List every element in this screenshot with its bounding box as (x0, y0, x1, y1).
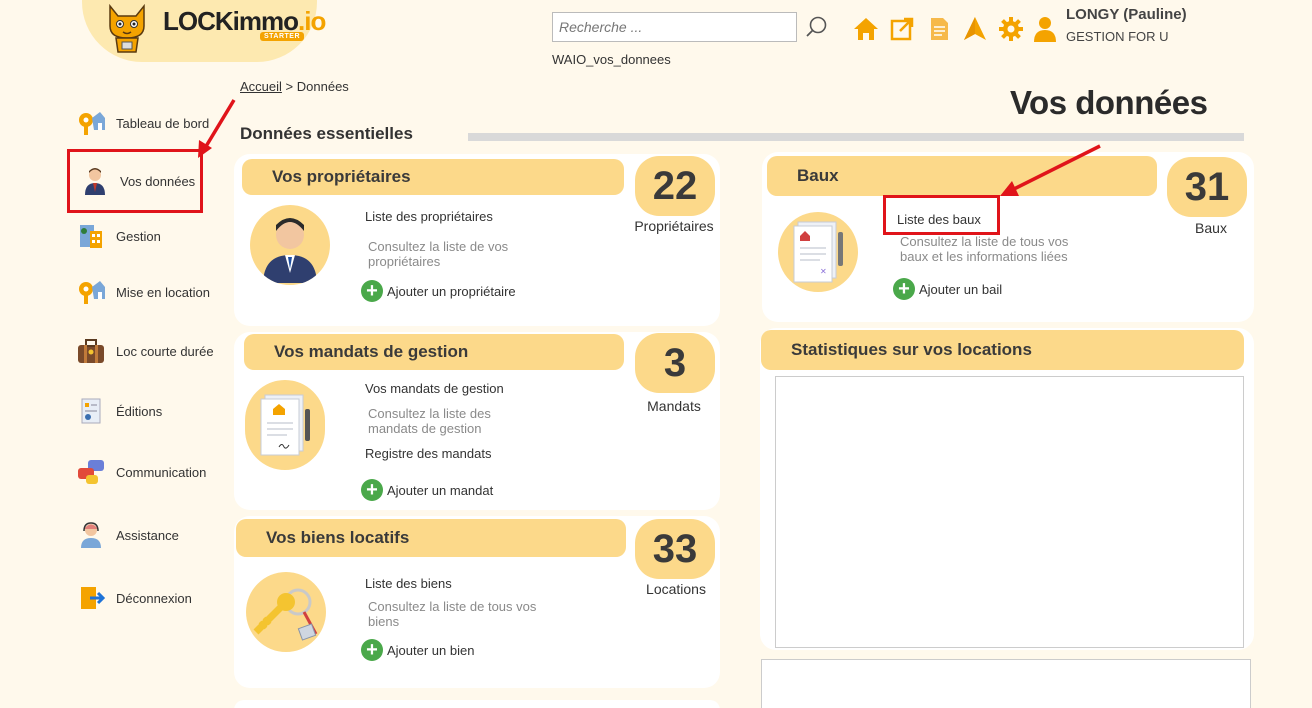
svg-text:✕: ✕ (820, 267, 827, 276)
dashboard-key-icon (79, 112, 105, 135)
sidebar-item-assistance[interactable]: Assistance (72, 515, 220, 555)
mandates-description: Consultez la liste des mandats de gestio… (368, 406, 491, 436)
add-owner-button[interactable]: + Ajouter un propriétaire (361, 280, 516, 302)
section-title: Données essentielles (240, 124, 413, 143)
stats-card-title: Statistiques sur vos locations (761, 330, 1244, 370)
businessman-icon (263, 218, 317, 283)
sidebar-item-label: Tableau de bord (116, 115, 210, 131)
external-link-icon[interactable] (888, 15, 916, 43)
mandates-count: 3 (635, 333, 715, 393)
user-name[interactable]: LONGY (Pauline) (1066, 6, 1187, 23)
properties-list-link[interactable]: Liste des biens (365, 576, 452, 591)
mandates-list-link[interactable]: Vos mandats de gestion (365, 381, 504, 396)
user-organization: GESTION FOR U (1066, 29, 1169, 44)
breadcrumb-home-link[interactable]: Accueil (240, 79, 282, 94)
sidebar-item-label: Vos données (120, 173, 196, 189)
document-icon[interactable] (925, 15, 953, 43)
owners-list-link[interactable]: Liste des propriétaires (365, 209, 493, 224)
cat-mascot-icon (109, 3, 145, 53)
mandates-count-label: Mandats (647, 398, 701, 414)
add-lease-button[interactable]: + Ajouter un bail (893, 278, 1002, 300)
owners-card-title: Vos propriétaires (242, 159, 624, 195)
sidebar-item-label: Déconnexion (116, 590, 192, 606)
rental-key-icon (79, 281, 105, 304)
search-input[interactable] (552, 12, 797, 42)
sidebar-item-vos-donnees[interactable]: Vos données (67, 149, 203, 213)
properties-description: Consultez la liste de tous vos biens (368, 599, 537, 629)
leases-count-label: Baux (1195, 220, 1227, 236)
chat-icon (78, 460, 104, 484)
owners-description: Consultez la liste de vos propriétaires (368, 239, 509, 269)
breadcrumb: Accueil > Données (240, 79, 349, 94)
management-icon (80, 225, 102, 248)
sidebar-item-dashboard[interactable]: Tableau de bord (72, 103, 220, 143)
plus-icon: + (361, 639, 383, 661)
person-icon (85, 168, 105, 195)
leases-list-link[interactable]: Liste des baux (897, 212, 981, 227)
page-title: Vos données (1010, 84, 1208, 121)
properties-count: 33 (635, 519, 715, 579)
owners-count-label: Propriétaires (634, 218, 714, 234)
secondary-chart-area (761, 659, 1251, 708)
sidebar-item-label: Gestion (116, 228, 161, 244)
support-agent-icon (81, 522, 101, 548)
plus-icon: + (361, 280, 383, 302)
breadcrumb-current: Données (296, 79, 349, 94)
next-card (234, 700, 720, 708)
leases-description: Consultez la liste de tous vos baux et l… (900, 234, 1069, 264)
logout-icon (81, 587, 106, 609)
sidebar-item-mise-en-location[interactable]: Mise en location (72, 272, 220, 312)
report-icon (81, 398, 101, 424)
sidebar-item-label: Mise en location (116, 284, 210, 300)
sidebar-item-communication[interactable]: Communication (72, 452, 220, 492)
lease-document-image: ✕ (778, 212, 858, 292)
stats-chart-area (775, 376, 1244, 648)
database-name: WAIO_vos_donnees (552, 52, 671, 67)
sidebar-item-gestion[interactable]: Gestion (72, 216, 220, 256)
navigation-arrow-icon[interactable] (961, 15, 989, 43)
sidebar-item-deconnexion[interactable]: Déconnexion (72, 578, 220, 618)
sidebar-item-label: Assistance (116, 527, 179, 543)
sidebar-item-editions[interactable]: Éditions (72, 391, 220, 431)
leases-card-title: Baux (767, 156, 1157, 196)
home-icon[interactable] (852, 15, 880, 43)
owners-count: 22 (635, 156, 715, 216)
lease-contract-icon: ✕ (793, 221, 843, 283)
plus-icon: + (361, 479, 383, 501)
properties-count-label: Locations (646, 581, 706, 597)
sidebar-item-label: Éditions (116, 403, 163, 419)
add-property-button[interactable]: + Ajouter un bien (361, 639, 474, 661)
sidebar-item-loc-courte-duree[interactable]: Loc courte durée (72, 331, 220, 371)
mandate-document-image (245, 380, 325, 470)
owner-avatar-image (250, 205, 330, 285)
sidebar-item-label: Communication (116, 464, 207, 480)
edition-badge: STARTER (260, 32, 305, 41)
add-mandate-button[interactable]: + Ajouter un mandat (361, 479, 493, 501)
suitcase-icon (78, 339, 104, 363)
sidebar-item-label: Loc courte durée (116, 343, 214, 359)
gear-icon[interactable] (997, 15, 1025, 43)
contract-icon (260, 394, 310, 456)
keys-icon (253, 588, 318, 641)
title-divider (468, 133, 1244, 141)
mandates-register-link[interactable]: Registre des mandats (365, 446, 491, 461)
mandates-card-title: Vos mandats de gestion (244, 334, 624, 370)
plus-icon: + (893, 278, 915, 300)
property-keys-image (246, 572, 326, 652)
leases-count: 31 (1167, 157, 1247, 217)
search-icon[interactable] (804, 14, 830, 40)
user-icon[interactable] (1031, 15, 1059, 43)
properties-card-title: Vos biens locatifs (236, 519, 626, 557)
